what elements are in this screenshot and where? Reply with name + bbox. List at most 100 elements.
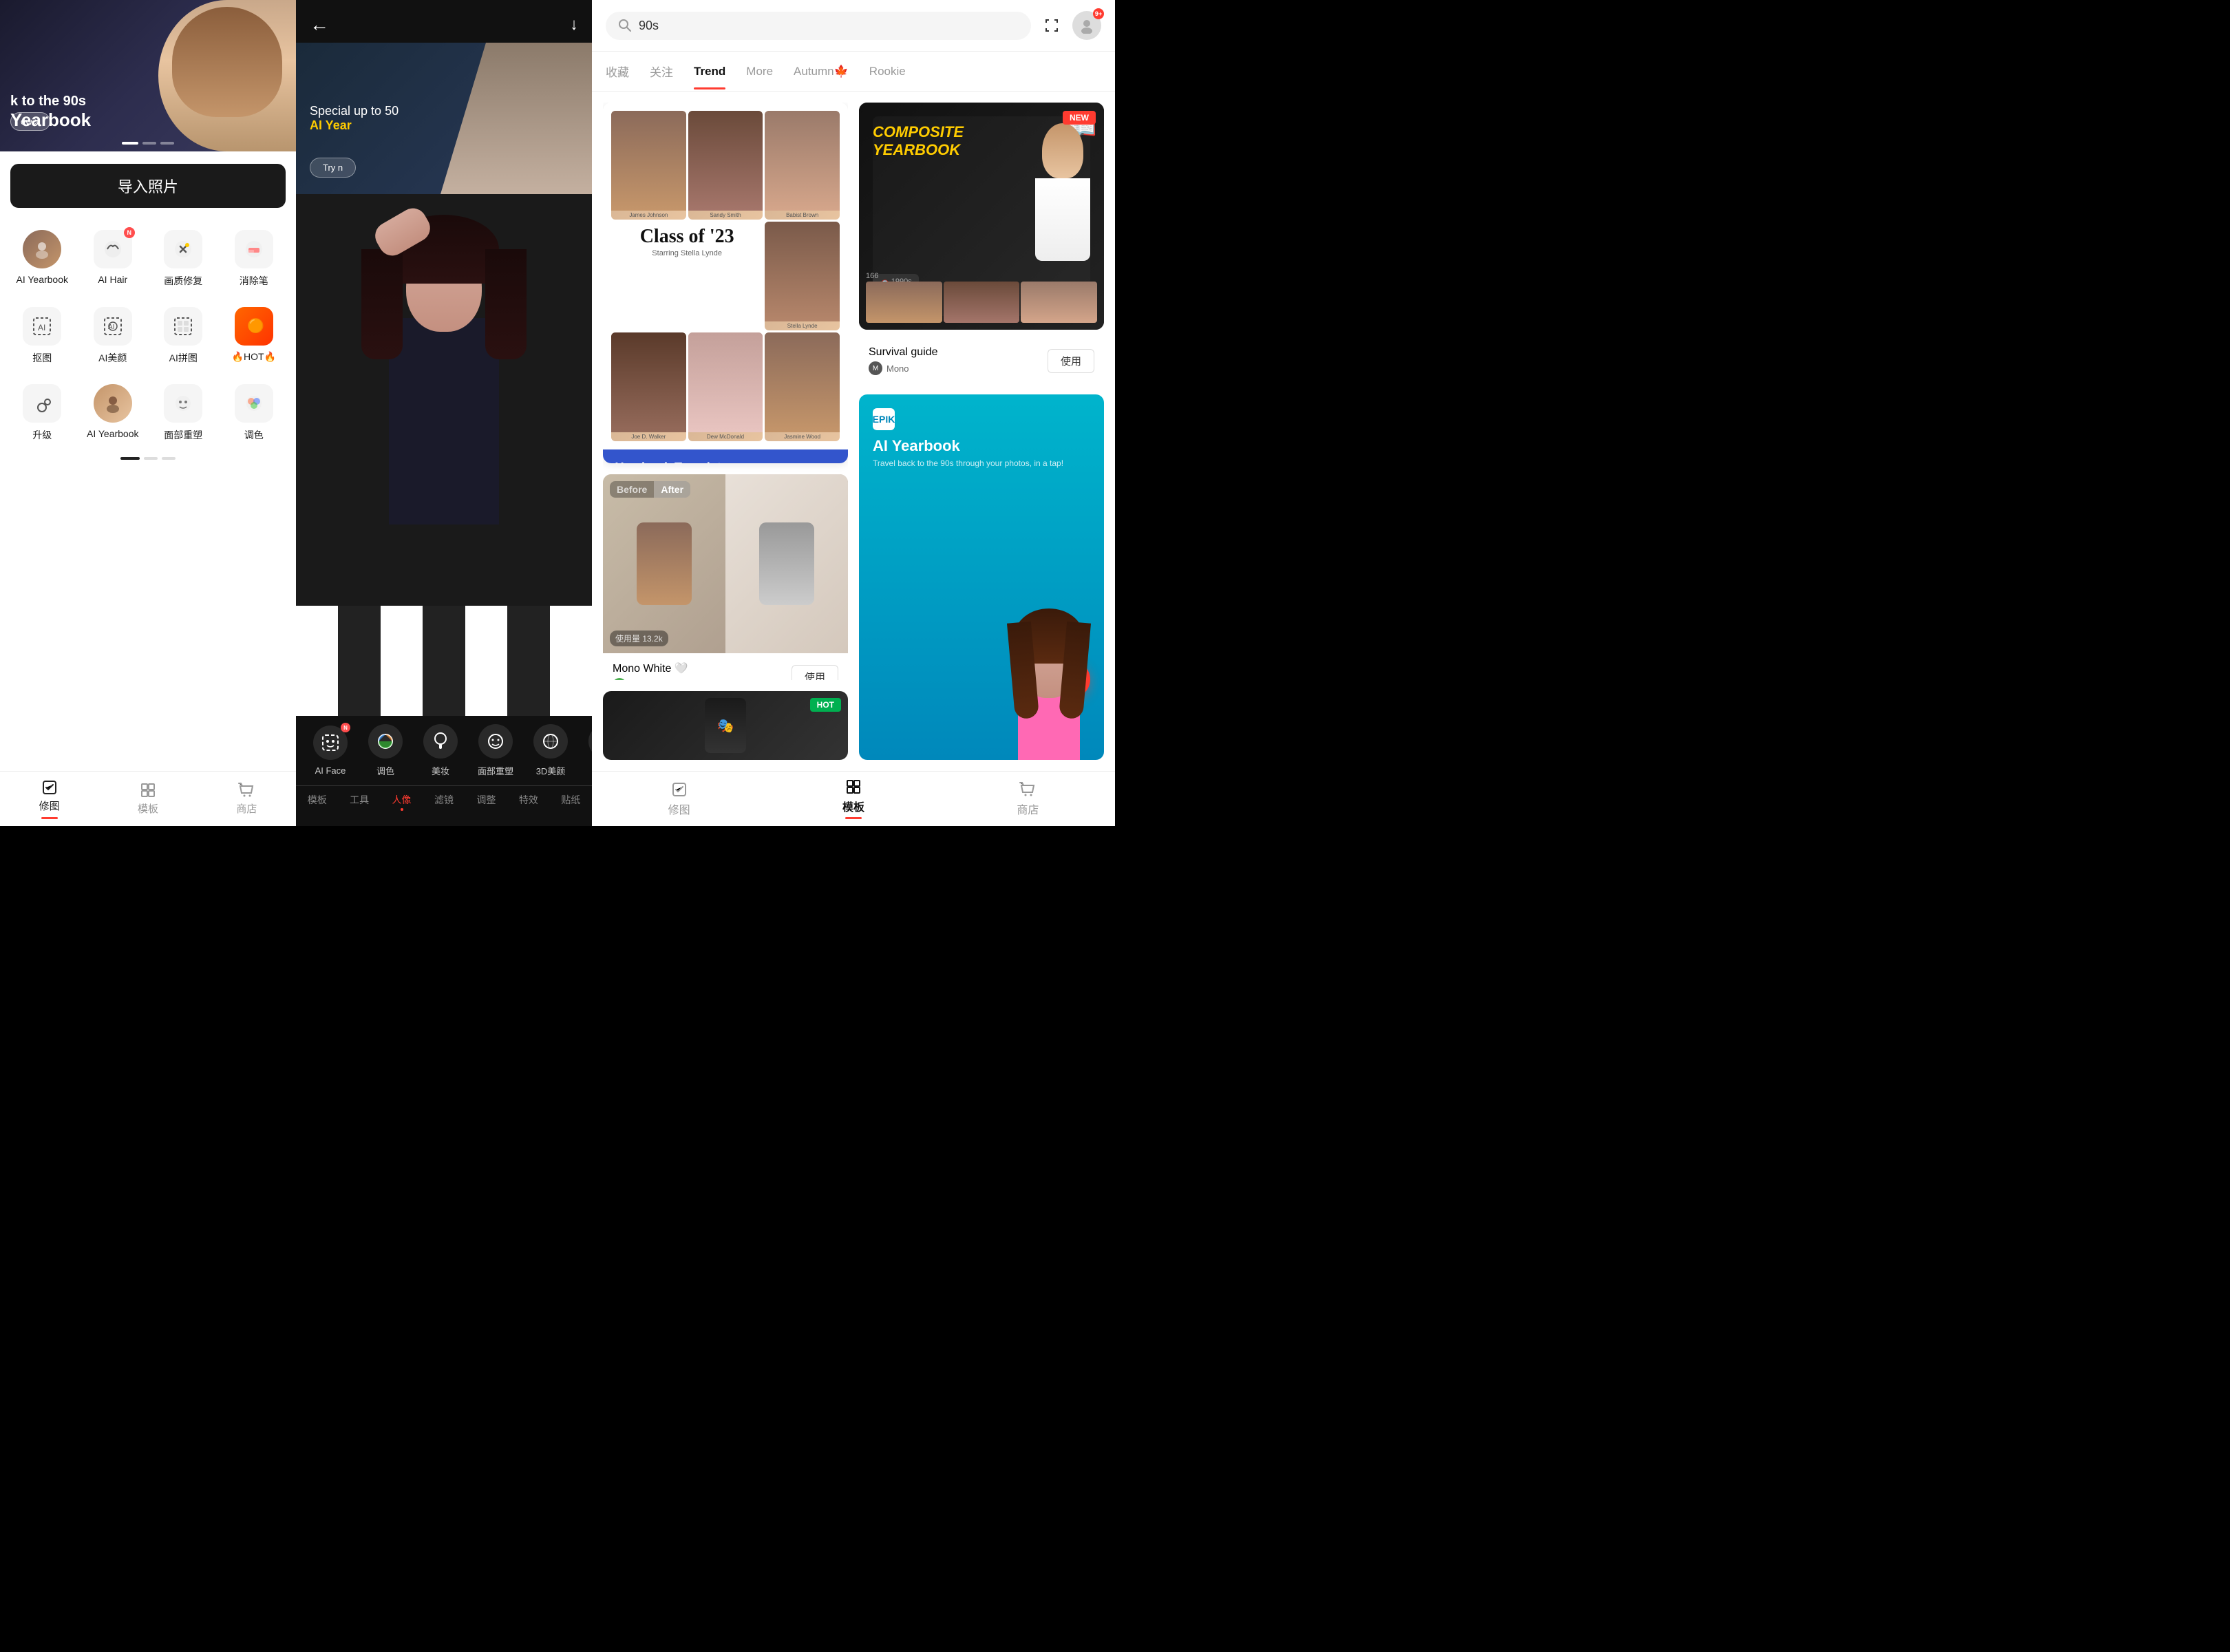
banner-cta-button[interactable]: ow > <box>10 112 50 131</box>
search-icon <box>618 19 632 32</box>
filter-preview-image: Before After 使用量 13.2k <box>603 474 848 653</box>
screen-capture-icon[interactable] <box>1039 13 1064 38</box>
nav-item-template[interactable]: 模板 <box>98 772 197 826</box>
tab-trend[interactable]: Trend <box>694 54 725 89</box>
survival-title: Survival guide <box>869 346 938 359</box>
panel3-bottom-nav: 修图 模板 商店 <box>592 771 1115 826</box>
hot-svg: 🟠 <box>244 317 264 336</box>
yearbook-template-banner[interactable]: Yearbook Templates For your AI Yearbook … <box>603 449 848 464</box>
color-grading-icon <box>235 384 273 423</box>
panel2-tool-3d-beauty[interactable]: 3D美颜 <box>523 724 578 777</box>
repair-svg <box>172 238 194 260</box>
yb-name-7: Joe D. Walker <box>631 432 666 441</box>
tool-label-quality-repair: 画质修复 <box>164 274 202 288</box>
back-button[interactable]: ← <box>310 14 329 36</box>
p3-nav-label-template: 模板 <box>842 798 864 814</box>
shop-nav-icon <box>238 782 255 798</box>
tool-ai-yearbook-2[interactable]: AI Yearbook <box>78 374 149 452</box>
panel2-tool-makeup[interactable]: 美妆 <box>413 724 468 777</box>
panel2-tool-color[interactable]: 调色 <box>358 724 413 777</box>
after-label: After <box>654 481 690 498</box>
tool-ai-yearbook[interactable]: AI Yearbook <box>7 220 78 297</box>
nav-label-template: 模板 <box>138 801 158 816</box>
yearbook-photos-grid: James Johnson Sandy Smith Babist Brown C… <box>603 103 848 449</box>
p2-nav-stickers[interactable]: 贴纸 <box>550 793 592 811</box>
banner-dots <box>122 142 174 145</box>
tool-upgrade[interactable]: 升级 <box>7 374 78 452</box>
panel2-tool-label-face-reshape: 面部重塑 <box>478 764 513 777</box>
tool-cutout[interactable]: AI 抠图 <box>7 297 78 374</box>
yb-name-2: Sandy Smith <box>710 211 741 220</box>
tool-hot[interactable]: 🟠 🔥HOT🔥 <box>219 297 290 374</box>
p3-right-column: 📖 COMPOSITEYEARBOOK 🚗 1990s <box>859 103 1104 760</box>
download-button[interactable]: ↓ <box>570 15 578 34</box>
user-icon <box>1079 17 1095 34</box>
ai-beauty-icon: AI <box>94 307 132 346</box>
p3-nav-shop[interactable]: 商店 <box>941 772 1115 826</box>
tab-autumn[interactable]: Autumn🍁 <box>794 54 849 89</box>
tool-quality-repair[interactable]: 画质修复 <box>148 220 219 297</box>
expand-icon <box>1045 19 1059 32</box>
tool-ai-beauty[interactable]: AI AI美颜 <box>78 297 149 374</box>
tools-grid: AI Yearbook N AI Hair 画质修复 <box>0 220 296 452</box>
nav-item-edit[interactable]: 修图 <box>0 772 98 826</box>
tool-label-ai-collage: AI拼图 <box>169 351 198 365</box>
p3-nav-edit[interactable]: 修图 <box>592 772 766 826</box>
p2-nav-effects[interactable]: 特效 <box>507 793 549 811</box>
tool-eraser[interactable]: 消除笔 <box>219 220 290 297</box>
panel2-tool-ai-beauty[interactable]: AI美 <box>578 724 592 777</box>
tool-ai-collage[interactable]: AI拼图 <box>148 297 219 374</box>
tab-more[interactable]: More <box>746 54 773 89</box>
yb-face-img-7 <box>611 332 686 432</box>
p2-nav-label-adjust: 调整 <box>476 793 496 807</box>
yb-photo-2: Sandy Smith <box>688 111 763 220</box>
cutout-svg: AI <box>31 315 53 337</box>
tab-following[interactable]: 关注 <box>650 52 673 91</box>
filter-use-button[interactable]: 使用 <box>792 665 838 680</box>
panel2-bottom-nav: 模板 工具 人像 滤镜 调整 特效 贴纸 <box>296 785 592 814</box>
banner-dot-2 <box>142 142 156 145</box>
survival-use-button[interactable]: 使用 <box>1048 349 1094 373</box>
notification-badge: 9+ <box>1093 8 1104 19</box>
p2-nav-filter[interactable]: 滤镜 <box>423 793 465 811</box>
verified-check: ✓ <box>682 679 690 680</box>
yb-face-img-6 <box>765 222 840 321</box>
template-banner-title: Yearbook Templates <box>615 460 836 464</box>
yb-class-text: Class of '23 <box>617 227 757 246</box>
survival-user-count: 166 <box>866 272 878 280</box>
search-input[interactable] <box>639 19 1019 33</box>
p2-nav-adjust[interactable]: 调整 <box>465 793 507 811</box>
p2-nav-label-tools: 工具 <box>350 793 369 807</box>
panel2-tool-ai-face[interactable]: N AI Face <box>303 726 358 776</box>
p2-nav-label-template: 模板 <box>308 793 327 807</box>
banner-line1: k to the 90s <box>10 94 91 109</box>
panel2-banner: Special up to 50 AI Year Try n <box>296 43 592 194</box>
p3-nav-template[interactable]: 模板 <box>766 772 940 826</box>
p2-nav-tools[interactable]: 工具 <box>338 793 380 811</box>
new-badge-survival: NEW <box>1063 111 1096 125</box>
survival-bg: 📖 COMPOSITEYEARBOOK 🚗 1990s <box>859 103 1104 330</box>
panel2-tool-face-reshape[interactable]: 面部重塑 <box>468 724 523 777</box>
eraser-icon <box>235 230 273 268</box>
search-bar[interactable] <box>606 12 1031 40</box>
tab-favorites[interactable]: 收藏 <box>606 52 629 91</box>
user-avatar-header[interactable]: 9+ <box>1072 11 1101 40</box>
yb-photo-1: James Johnson <box>611 111 686 220</box>
yb-name-8: Dew McDonald <box>707 432 744 441</box>
tab-rookie[interactable]: Rookie <box>869 54 906 89</box>
survival-photos <box>859 275 1104 330</box>
face-reshape-icon <box>164 384 202 423</box>
p3-nav-label-edit: 修图 <box>668 801 690 817</box>
survival-details: Survival guide M Mono <box>869 346 938 375</box>
p2-nav-portrait[interactable]: 人像 <box>381 793 423 811</box>
tool-face-reshape[interactable]: 面部重塑 <box>148 374 219 452</box>
p2-nav-template[interactable]: 模板 <box>296 793 338 811</box>
tool-ai-hair[interactable]: N AI Hair <box>78 220 149 297</box>
tool-label-ai-yearbook: AI Yearbook <box>16 274 68 285</box>
tool-color-grading[interactable]: 调色 <box>219 374 290 452</box>
nav-item-shop[interactable]: 商店 <box>198 772 296 826</box>
survival-author-row: M Mono <box>869 361 938 375</box>
panel1: k to the 90s Yearbook ow > 导入照片 AI Yearb… <box>0 0 296 826</box>
panel2-try-button[interactable]: Try n <box>310 158 356 178</box>
import-photo-button[interactable]: 导入照片 <box>10 164 286 208</box>
